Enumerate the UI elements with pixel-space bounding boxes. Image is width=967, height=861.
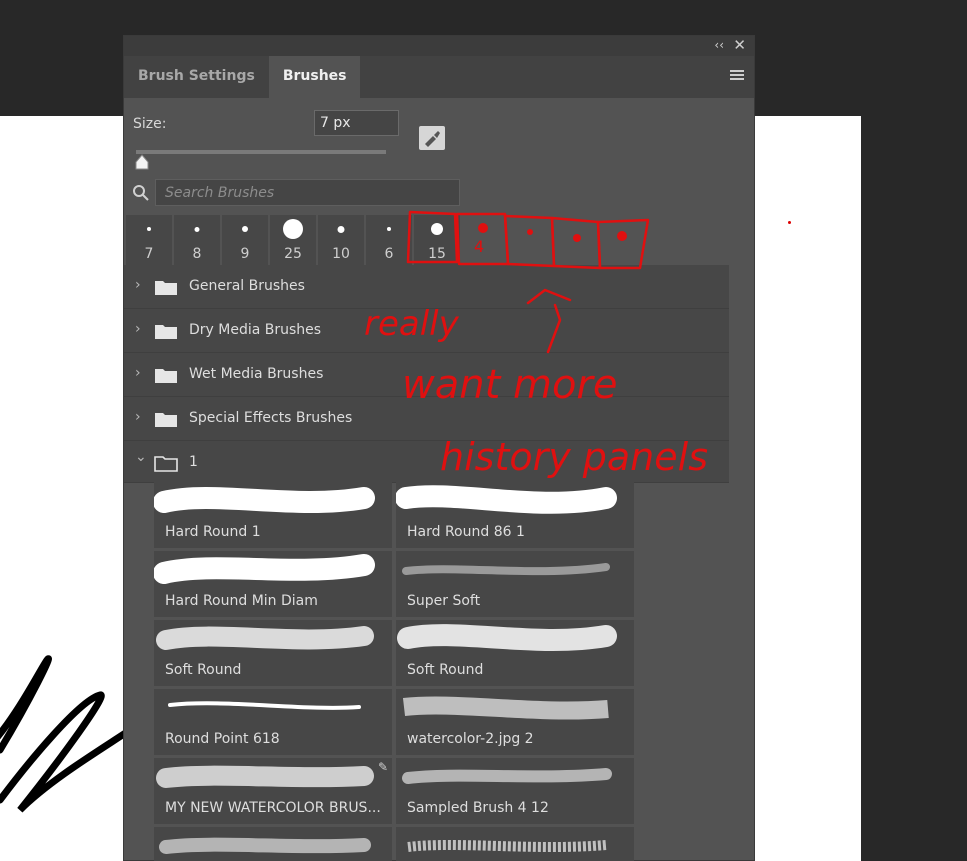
brush-stroke-preview — [402, 563, 610, 576]
brush-tile[interactable]: Hard Round Min Diam — [154, 551, 392, 617]
preset-brush-9[interactable]: 9 — [222, 215, 268, 265]
preset-brush-6[interactable]: 6 — [366, 215, 412, 265]
brush-group-1[interactable]: ⌄ 1 — [124, 441, 729, 483]
brush-tile[interactable] — [154, 827, 392, 861]
brush-name: Round Point 618 — [165, 731, 280, 747]
brushes-panel: ‹‹ ✕ Brush Settings Brushes Size: 7 8 9 … — [123, 35, 755, 861]
brush-group-dry-media[interactable]: › Dry Media Brushes — [124, 309, 729, 353]
brush-tile[interactable]: Soft Round — [396, 620, 634, 686]
workspace-background-right — [861, 0, 967, 861]
brush-tile[interactable]: Soft Round — [154, 620, 392, 686]
group-name: Special Effects Brushes — [189, 410, 353, 426]
preset-brush-15[interactable]: 15 — [414, 215, 460, 265]
recent-brush-presets: 7 8 9 25 10 6 15 — [126, 215, 462, 265]
brush-name: Hard Round 86 1 — [407, 524, 525, 540]
preset-brush-7[interactable]: 7 — [126, 215, 172, 265]
folder-icon — [155, 325, 177, 339]
brush-tile[interactable] — [396, 827, 634, 861]
group-name: General Brushes — [189, 278, 305, 294]
brush-tile[interactable]: watercolor-2.jpg 2 — [396, 689, 634, 755]
preset-size-label: 25 — [284, 246, 302, 262]
brush-stroke-preview — [407, 840, 607, 852]
collapse-panel-icon[interactable]: ‹‹ — [714, 38, 724, 52]
preset-size-label: 9 — [240, 246, 250, 262]
panel-menu-icon[interactable] — [730, 70, 744, 82]
brush-name: watercolor-2.jpg 2 — [407, 731, 534, 747]
brush-stroke-preview — [168, 701, 361, 710]
brush-group-general[interactable]: › General Brushes — [124, 265, 729, 309]
preset-size-label: 15 — [428, 246, 446, 262]
brush-tile[interactable]: Hard Round 1 — [154, 482, 392, 548]
folder-icon — [155, 413, 177, 427]
brush-group-special-effects[interactable]: › Special Effects Brushes — [124, 397, 729, 441]
brush-name: Sampled Brush 4 12 — [407, 800, 549, 816]
preset-size-label: 8 — [192, 246, 202, 262]
group-name: Dry Media Brushes — [189, 322, 322, 338]
preset-size-label: 10 — [332, 246, 350, 262]
brush-name: Soft Round — [407, 662, 484, 678]
chevron-down-icon: ⌄ — [135, 449, 147, 465]
brush-name: Hard Round Min Diam — [165, 593, 318, 609]
preset-brush-25[interactable]: 25 — [270, 215, 316, 265]
brush-stroke-preview — [397, 624, 617, 651]
brush-name: Super Soft — [407, 593, 481, 609]
brush-name: MY NEW WATERCOLOR BRUS... — [165, 800, 381, 816]
edit-brush-icon[interactable]: ✎ — [378, 760, 388, 774]
brush-tile[interactable]: Super Soft — [396, 551, 634, 617]
brush-stroke-preview — [156, 626, 374, 650]
canvas-scribble-stroke — [0, 655, 134, 813]
preset-size-label: 7 — [144, 246, 154, 262]
chevron-right-icon: › — [135, 365, 141, 381]
brush-stroke-preview — [156, 765, 374, 788]
search-brushes-input[interactable] — [155, 179, 460, 206]
search-icon — [133, 185, 149, 201]
brush-stroke-preview — [159, 837, 371, 854]
folder-open-icon — [154, 456, 178, 472]
tab-brush-settings[interactable]: Brush Settings — [124, 56, 269, 98]
brush-stroke-preview — [154, 554, 375, 584]
brush-group-list: › General Brushes › Dry Media Brushes › … — [124, 265, 729, 483]
folder-icon — [155, 281, 177, 295]
size-field[interactable] — [314, 110, 399, 136]
brush-tile[interactable]: Sampled Brush 4 12 — [396, 758, 634, 824]
close-panel-icon[interactable]: ✕ — [733, 36, 746, 54]
brush-stroke-preview — [154, 487, 375, 513]
brush-name: Hard Round 1 — [165, 524, 261, 540]
size-label: Size: — [133, 116, 167, 132]
panel-tab-bar: Brush Settings Brushes — [124, 56, 754, 98]
preset-brush-10[interactable]: 10 — [318, 215, 364, 265]
panel-titlebar[interactable]: ‹‹ ✕ — [124, 36, 754, 56]
chevron-right-icon: › — [135, 321, 141, 337]
preset-size-label: 6 — [384, 246, 394, 262]
tab-brushes[interactable]: Brushes — [268, 56, 361, 98]
group-name: Wet Media Brushes — [189, 366, 324, 382]
brush-tile[interactable]: Hard Round 86 1 — [396, 482, 634, 548]
group-name: 1 — [189, 454, 198, 470]
brush-tile[interactable]: Round Point 618 — [154, 689, 392, 755]
size-slider-track[interactable] — [136, 150, 386, 154]
brush-stroke-preview — [402, 768, 612, 784]
folder-icon — [155, 369, 177, 383]
chevron-right-icon: › — [135, 409, 141, 425]
brush-pen-icon — [425, 131, 440, 147]
brush-stroke-preview — [396, 485, 617, 514]
brush-name: Soft Round — [165, 662, 242, 678]
brush-tile[interactable]: ✎ MY NEW WATERCOLOR BRUS... — [154, 758, 392, 824]
brush-stroke-preview — [402, 696, 609, 720]
chevron-right-icon: › — [135, 277, 141, 293]
brush-group-wet-media[interactable]: › Wet Media Brushes — [124, 353, 729, 397]
size-slider-thumb[interactable] — [135, 154, 149, 170]
canvas-red-dot — [788, 221, 791, 224]
brush-tip-toggle-button[interactable] — [419, 126, 445, 150]
preset-brush-8[interactable]: 8 — [174, 215, 220, 265]
